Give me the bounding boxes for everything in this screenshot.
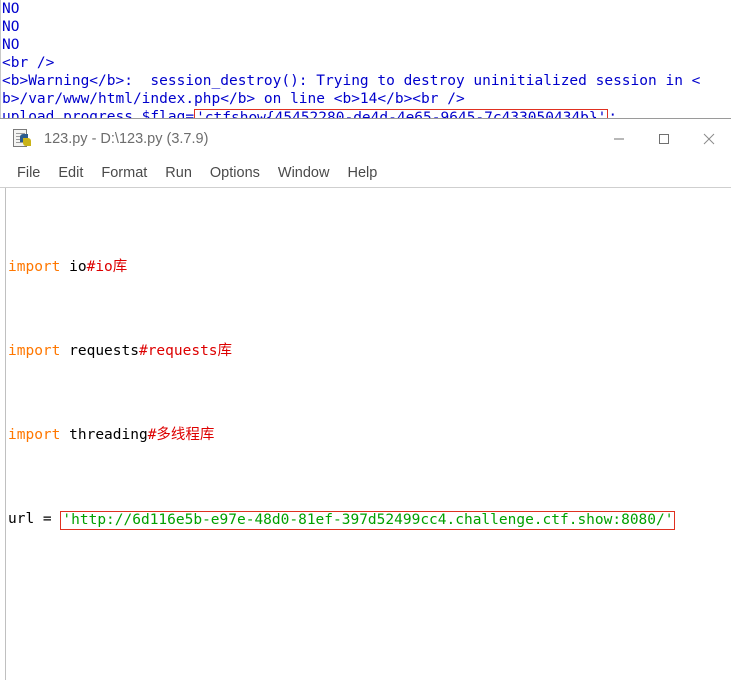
- comment-requests: #requests库: [138, 343, 233, 359]
- flag-quote-open: ': [196, 110, 205, 118]
- comment-threading: #多线程库: [147, 427, 215, 443]
- url-assign: url =: [8, 511, 61, 527]
- menu-item-run[interactable]: Run: [156, 163, 201, 183]
- kw-import-1: import: [8, 259, 61, 275]
- editor-left-gutter: [0, 188, 6, 680]
- output-line-flag: upload_progress_$flag='ctfshow{45452280-…: [0, 108, 731, 118]
- menu-item-edit[interactable]: Edit: [49, 163, 92, 183]
- output-line-no-1: NO: [2, 1, 20, 17]
- comment-io: #io库: [86, 259, 128, 275]
- menu-bar: File Edit Format Run Options Window Help: [0, 159, 731, 188]
- url-highlight-box: 'http://6d116e5b-e97e-48d0-81ef-397d5249…: [60, 511, 676, 530]
- flag-quote-close: ': [597, 110, 607, 118]
- module-io: io: [69, 259, 87, 275]
- close-button[interactable]: [686, 119, 731, 159]
- menu-item-format[interactable]: Format: [92, 163, 156, 183]
- menu-item-options[interactable]: Options: [201, 163, 269, 183]
- output-line-no-2: NO: [2, 19, 20, 35]
- menu-item-file[interactable]: File: [8, 163, 49, 183]
- module-threading: threading: [69, 427, 148, 443]
- code-line-5-blank: [8, 593, 731, 614]
- code-line-4: url = 'http://6d116e5b-e97e-48d0-81ef-39…: [8, 509, 731, 530]
- menu-item-window[interactable]: Window: [269, 163, 339, 183]
- maximize-button[interactable]: [641, 119, 686, 159]
- flag-prefix: upload_progress_$flag=: [2, 109, 195, 118]
- flag-highlight-box: 'ctfshow{45452280-de4d-4e65-9645-7c43305…: [194, 109, 609, 118]
- minimize-button[interactable]: [596, 119, 641, 159]
- code-line-2: import requests#requests库: [8, 341, 731, 362]
- code-line-3: import threading#多线程库: [8, 425, 731, 446]
- idle-editor-window: 123.py - D:\123.py (3.7.9) File Edit For…: [0, 118, 731, 680]
- url-value: http://6d116e5b-e97e-48d0-81ef-397d52499…: [71, 512, 665, 528]
- flag-suffix: ;: [608, 109, 618, 118]
- module-requests: requests: [69, 343, 139, 359]
- browser-output-region: NO NO NO <br /> <b>Warning</b>: session_…: [0, 0, 731, 118]
- window-title: 123.py - D:\123.py (3.7.9): [44, 131, 209, 147]
- output-line-no-3: NO: [2, 37, 20, 53]
- code-line-1: import io#io库: [8, 257, 731, 278]
- window-controls: [596, 119, 731, 159]
- code-text-area[interactable]: import io#io库 import requests#requests库 …: [8, 194, 731, 680]
- menu-item-help[interactable]: Help: [338, 163, 386, 183]
- output-left-rule: [0, 0, 1, 118]
- output-line-br: <br />: [2, 55, 55, 71]
- kw-import-2: import: [8, 343, 61, 359]
- python-file-icon: [12, 128, 34, 150]
- window-title-bar[interactable]: 123.py - D:\123.py (3.7.9): [0, 119, 731, 159]
- code-editor[interactable]: import io#io库 import requests#requests库 …: [0, 188, 731, 680]
- kw-import-3: import: [8, 427, 61, 443]
- flag-value: ctfshow{45452280-de4d-4e65-9645-7c433050…: [204, 110, 598, 118]
- output-line-warning-2: b>/var/www/html/index.php</b> on line <b…: [2, 91, 465, 107]
- output-line-warning-1: <b>Warning</b>: session_destroy(): Tryin…: [2, 73, 701, 89]
- url-quote-open: ': [62, 512, 72, 528]
- url-quote-close: ': [664, 512, 674, 528]
